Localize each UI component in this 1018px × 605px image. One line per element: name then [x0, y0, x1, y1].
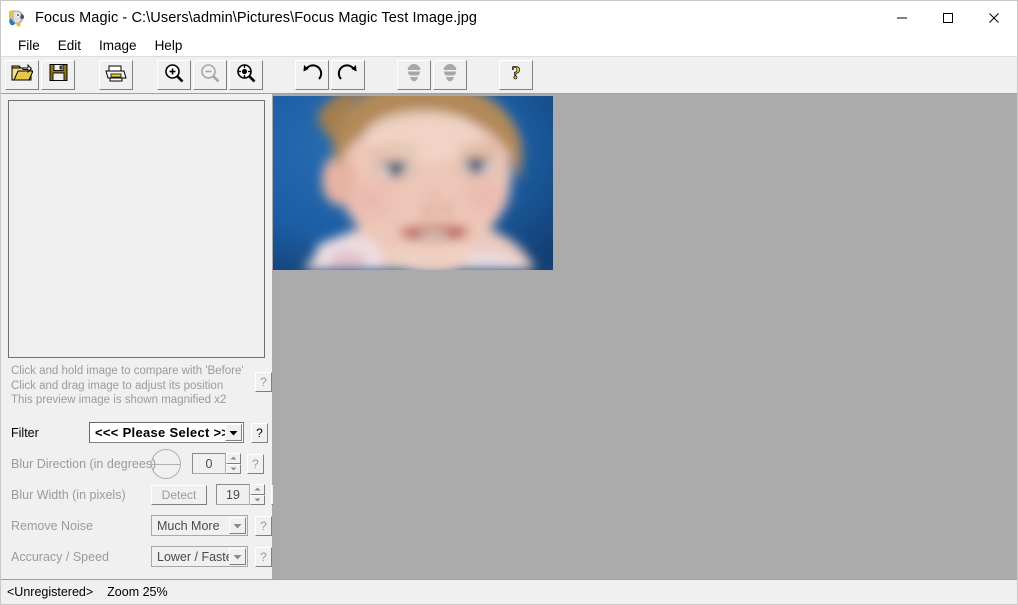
undo-button[interactable]: [295, 60, 329, 90]
accuracy-speed-row: Accuracy / Speed Lower / Faster ?: [11, 546, 272, 568]
close-button[interactable]: [971, 1, 1017, 34]
preview-image-area[interactable]: [8, 100, 265, 358]
zoom-level-status: Zoom 25%: [107, 585, 168, 599]
focus-magic-window: Focus Magic - C:\Users\admin\Pictures\Fo…: [0, 0, 1018, 605]
accuracy-speed-select[interactable]: Lower / Faster: [151, 546, 248, 567]
floppy-save-icon: [49, 63, 68, 87]
status-bar: <Unregistered> Zoom 25%: [1, 579, 1017, 604]
controls-panel: Click and hold image to compare with 'Be…: [1, 94, 288, 579]
printer-icon: [105, 63, 127, 87]
open-folder-icon: [11, 63, 34, 87]
menu-item-help[interactable]: Help: [146, 36, 192, 55]
menu-bar: File Edit Image Help: [1, 34, 1017, 56]
chevron-down-icon[interactable]: [229, 517, 246, 534]
preview-hints: Click and hold image to compare with 'Be…: [11, 364, 255, 408]
zoom-out-icon: [200, 63, 220, 88]
filter-selected-value: <<< Please Select >>>: [95, 425, 238, 440]
remove-noise-selected-value: Much More: [157, 518, 220, 533]
blur-direction-spin-buttons[interactable]: [226, 453, 241, 474]
filter-row: Filter <<< Please Select >>> ?: [11, 422, 272, 444]
chevron-down-icon[interactable]: [229, 548, 246, 565]
blur-width-spin-buttons[interactable]: [250, 484, 265, 505]
detect-button[interactable]: Detect: [151, 484, 207, 505]
svg-text:?: ?: [511, 63, 521, 83]
title-bar: Focus Magic - C:\Users\admin\Pictures\Fo…: [1, 1, 1017, 34]
spin-up-icon[interactable]: [226, 453, 241, 464]
blur-direction-row: Blur Direction (in degrees) 0 ?: [11, 448, 272, 479]
help-button[interactable]: ?: [499, 60, 533, 90]
question-mark-icon: ?: [506, 62, 526, 88]
chevron-down-icon[interactable]: [225, 424, 242, 441]
blur-more-button[interactable]: [433, 60, 467, 90]
preview-hint-1: Click and hold image to compare with 'Be…: [11, 365, 244, 377]
registration-status: <Unregistered>: [7, 585, 94, 599]
remove-noise-help-button[interactable]: ?: [255, 515, 272, 536]
remove-noise-label: Remove Noise: [11, 518, 93, 533]
redo-button[interactable]: [331, 60, 365, 90]
window-controls: [879, 1, 1017, 34]
accuracy-speed-label: Accuracy / Speed: [11, 549, 109, 564]
image-canvas[interactable]: [273, 94, 1017, 579]
zoom-in-button[interactable]: [157, 60, 191, 90]
filter-help-button[interactable]: ?: [251, 422, 268, 443]
filter-form: Filter <<< Please Select >>> ? Blur Dire…: [1, 422, 288, 568]
parrot-icon: [7, 7, 27, 28]
zoom-fit-button[interactable]: [229, 60, 263, 90]
filter-select[interactable]: <<< Please Select >>>: [89, 422, 244, 443]
zoom-in-icon: [164, 63, 184, 88]
blur-direction-stepper[interactable]: 0: [192, 453, 247, 474]
spin-down-icon[interactable]: [250, 494, 265, 505]
blur-width-row: Blur Width (in pixels) Detect 19: [11, 484, 288, 506]
blur-direction-help-button[interactable]: ?: [247, 453, 264, 474]
blur-direction-label: Blur Direction (in degrees): [11, 456, 157, 471]
menu-item-file[interactable]: File: [9, 36, 49, 55]
zoom-fit-icon: [236, 63, 256, 88]
preview-help-button[interactable]: ?: [255, 372, 272, 392]
blurred-baby-portrait[interactable]: [273, 96, 553, 270]
blur-width-stepper[interactable]: 19: [216, 484, 271, 505]
blur-less-button[interactable]: [397, 60, 431, 90]
remove-noise-select[interactable]: Much More: [151, 515, 248, 536]
undo-arrow-icon: [301, 63, 323, 88]
toolbar: ?: [1, 56, 1017, 94]
blur-width-value[interactable]: 19: [216, 484, 250, 505]
accuracy-speed-help-button[interactable]: ?: [255, 546, 272, 567]
stack-layers-icon: [404, 63, 424, 88]
preview-hint-3: This preview image is shown magnified x2: [11, 394, 227, 406]
minimize-button[interactable]: [879, 1, 925, 34]
maximize-button[interactable]: [925, 1, 971, 34]
preview-hint-2: Click and drag image to adjust its posit…: [11, 379, 224, 392]
window-title: Focus Magic - C:\Users\admin\Pictures\Fo…: [35, 9, 478, 26]
menu-item-edit[interactable]: Edit: [49, 36, 90, 55]
menu-item-image[interactable]: Image: [90, 36, 146, 55]
redo-arrow-icon: [337, 63, 359, 88]
zoom-out-button[interactable]: [193, 60, 227, 90]
spin-down-icon[interactable]: [226, 463, 241, 474]
angle-dial[interactable]: [151, 448, 181, 479]
blur-direction-value[interactable]: 0: [192, 453, 226, 474]
spin-up-icon[interactable]: [250, 484, 265, 495]
save-file-button[interactable]: [41, 60, 75, 90]
open-file-button[interactable]: [5, 60, 39, 90]
blur-width-label: Blur Width (in pixels): [11, 487, 126, 502]
accuracy-speed-selected-value: Lower / Faster: [157, 549, 237, 564]
filter-label: Filter: [11, 425, 39, 440]
remove-noise-row: Remove Noise Much More ?: [11, 515, 272, 537]
print-button[interactable]: [99, 60, 133, 90]
main-body: Click and hold image to compare with 'Be…: [1, 94, 1017, 579]
stack-layers-icon: [440, 63, 460, 88]
